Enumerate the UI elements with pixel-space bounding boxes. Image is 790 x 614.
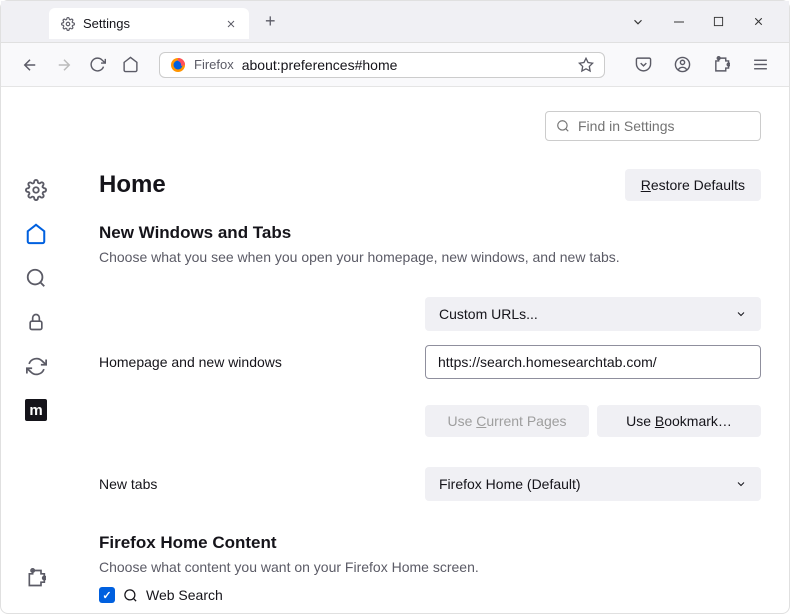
extensions-icon[interactable] xyxy=(709,52,734,77)
settings-sidebar: m xyxy=(1,87,71,613)
use-bookmark-button[interactable]: Use Bookmark… xyxy=(597,405,761,437)
back-button[interactable] xyxy=(17,52,43,78)
titlebar: Settings + xyxy=(1,1,789,43)
search-icon xyxy=(556,119,570,133)
homepage-mode-select[interactable]: Custom URLs... xyxy=(425,297,761,331)
find-in-settings-input[interactable]: Find in Settings xyxy=(545,111,761,141)
section-home-content-title: Firefox Home Content xyxy=(99,533,761,553)
use-current-pages-button[interactable]: Use Current Pages xyxy=(425,405,589,437)
bookmark-star-icon[interactable] xyxy=(578,57,594,73)
restore-defaults-button[interactable]: Restore Defaults xyxy=(625,169,761,201)
firefox-logo-icon xyxy=(170,57,186,73)
section-home-content-subtitle: Choose what content you want on your Fir… xyxy=(99,559,761,575)
websearch-label: Web Search xyxy=(146,587,223,603)
sidebar-privacy-icon[interactable] xyxy=(25,311,47,333)
sidebar-home-icon[interactable] xyxy=(25,223,47,245)
chevron-down-icon xyxy=(735,308,747,320)
tab-settings[interactable]: Settings xyxy=(49,8,249,39)
websearch-checkbox-row[interactable]: ✓ Web Search xyxy=(99,587,761,603)
window-controls xyxy=(631,15,789,29)
chevron-down-icon xyxy=(735,478,747,490)
identity-label: Firefox xyxy=(194,57,234,72)
reload-button[interactable] xyxy=(85,52,110,77)
section-new-windows-subtitle: Choose what you see when you open your h… xyxy=(99,249,761,265)
newtabs-select[interactable]: Firefox Home (Default) xyxy=(425,467,761,501)
toolbar: Firefox about:preferences#home xyxy=(1,43,789,87)
section-new-windows-title: New Windows and Tabs xyxy=(99,223,761,243)
sidebar-search-icon[interactable] xyxy=(25,267,47,289)
sidebar-general-icon[interactable] xyxy=(25,179,47,201)
main-panel: Find in Settings Home Restore Defaults N… xyxy=(71,87,789,613)
new-tab-button[interactable]: + xyxy=(265,11,276,32)
checkbox-checked-icon[interactable]: ✓ xyxy=(99,587,115,603)
homepage-url-input[interactable] xyxy=(425,345,761,379)
sidebar-sync-icon[interactable] xyxy=(25,355,47,377)
maximize-button[interactable] xyxy=(713,16,724,27)
page-title: Home xyxy=(99,171,166,199)
close-window-button[interactable] xyxy=(752,15,765,28)
homepage-row-label: Homepage and new windows xyxy=(99,354,425,370)
minimize-button[interactable] xyxy=(673,16,685,28)
url-text: about:preferences#home xyxy=(242,57,570,73)
account-icon[interactable] xyxy=(670,52,695,77)
sidebar-more-icon[interactable]: m xyxy=(25,399,47,421)
search-placeholder: Find in Settings xyxy=(578,118,675,134)
forward-button[interactable] xyxy=(51,52,77,78)
chevron-down-icon[interactable] xyxy=(631,15,645,29)
menu-icon[interactable] xyxy=(748,52,773,77)
pocket-icon[interactable] xyxy=(631,52,656,77)
tab-title: Settings xyxy=(83,16,130,31)
close-icon[interactable] xyxy=(225,18,237,30)
search-icon xyxy=(123,588,138,603)
address-bar[interactable]: Firefox about:preferences#home xyxy=(159,52,605,78)
gear-icon xyxy=(61,17,75,31)
home-button[interactable] xyxy=(118,52,143,77)
sidebar-extensions-icon[interactable] xyxy=(25,567,47,589)
newtabs-label: New tabs xyxy=(99,476,425,492)
